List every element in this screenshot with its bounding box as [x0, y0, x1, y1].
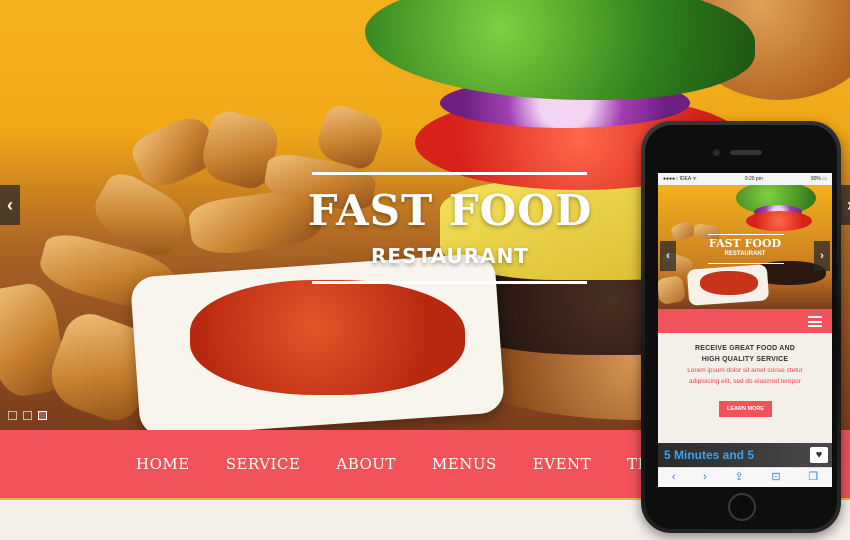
page: FAST FOOD RESTAURANT ‹ › HOME SERVICE AB… — [0, 0, 850, 540]
mobile-title-divider-bottom — [708, 263, 784, 264]
mobile-prev-slide-button[interactable]: ‹ — [660, 241, 676, 271]
mobile-section-text-line2: adipisicing elit, sed do eiusmod tempor — [688, 378, 801, 385]
prev-slide-button[interactable]: ‹ — [0, 185, 20, 225]
mobile-hero-slider: FAST FOOD RESTAURANT ‹ › — [658, 185, 832, 309]
nav-item-service[interactable]: SERVICE — [208, 455, 319, 473]
mobile-photo-fry — [658, 274, 687, 306]
forward-arrow-icon[interactable]: › — [703, 472, 707, 483]
hero-title: FAST FOOD — [307, 186, 593, 235]
clock-label: 9:20 pm — [744, 176, 763, 182]
browser-toolbar: ‹ › ⇪ ⊡ ❐ — [658, 467, 832, 487]
share-icon[interactable]: ⇪ — [734, 472, 743, 483]
carrier-label: ●●●●○ IDEA ᯤ — [663, 176, 697, 182]
home-button-icon — [728, 493, 756, 521]
slider-dot-3[interactable] — [38, 411, 47, 420]
mobile-section-text-line1: Lorem ipsum dolor sit amet conse ctetur — [687, 367, 803, 374]
battery-label: 90% ▭ — [810, 176, 827, 182]
mobile-title-divider-top — [708, 234, 784, 235]
mobile-section-heading-line1: RECEIVE GREAT FOOD AND — [694, 345, 796, 352]
hero-photo-lettuce — [365, 0, 755, 100]
title-divider-bottom — [312, 281, 587, 284]
phone-status-bar: ●●●●○ IDEA ᯤ 9:20 pm 90% ▭ — [658, 173, 832, 185]
mobile-photo-tomato — [746, 211, 812, 231]
front-camera-icon — [713, 149, 720, 156]
phone-mockup: ●●●●○ IDEA ᯤ 9:20 pm 90% ▭ FAST FOOD RES… — [641, 121, 841, 533]
back-arrow-icon[interactable]: ‹ — [672, 472, 676, 483]
mobile-hero-title: FAST FOOD — [708, 237, 782, 250]
phone-bezel: ●●●●○ IDEA ᯤ 9:20 pm 90% ▭ FAST FOOD RES… — [645, 125, 837, 529]
slider-dot-2[interactable] — [23, 411, 32, 420]
nav-item-home[interactable]: HOME — [118, 455, 208, 473]
mobile-next-slide-button[interactable]: › — [814, 241, 830, 271]
earpiece-icon — [730, 150, 762, 155]
mobile-hero-subtitle: RESTAURANT — [724, 251, 766, 257]
phone-screen: ●●●●○ IDEA ᯤ 9:20 pm 90% ▭ FAST FOOD RES… — [658, 173, 832, 487]
learn-more-button[interactable]: LEARN MORE — [719, 401, 772, 417]
next-slide-button[interactable]: › — [840, 185, 850, 225]
title-divider-top — [312, 172, 587, 175]
mobile-nav-bar — [658, 309, 832, 333]
tabs-icon[interactable]: ❐ — [808, 472, 818, 483]
hero-photo-sauce — [190, 280, 465, 395]
nav-item-about[interactable]: ABOUT — [318, 455, 414, 473]
mobile-video-title[interactable]: 5 Minutes and 5 — [664, 448, 754, 462]
heart-icon[interactable]: ♥ — [810, 447, 828, 463]
mobile-photo-sauce — [700, 271, 758, 295]
mobile-section-heading-line2: HIGH QUALITY SERVICE — [701, 356, 789, 363]
slider-dot-1[interactable] — [8, 411, 17, 420]
slider-pagination — [8, 411, 47, 420]
hamburger-menu-icon[interactable] — [808, 316, 822, 327]
nav-item-event[interactable]: EVENT — [515, 455, 609, 473]
nav-item-menus[interactable]: MENUS — [414, 455, 515, 473]
mobile-service-section: RECEIVE GREAT FOOD AND HIGH QUALITY SERV… — [658, 333, 832, 443]
bookmarks-icon[interactable]: ⊡ — [771, 472, 780, 483]
hero-subtitle: RESTAURANT — [371, 244, 529, 268]
